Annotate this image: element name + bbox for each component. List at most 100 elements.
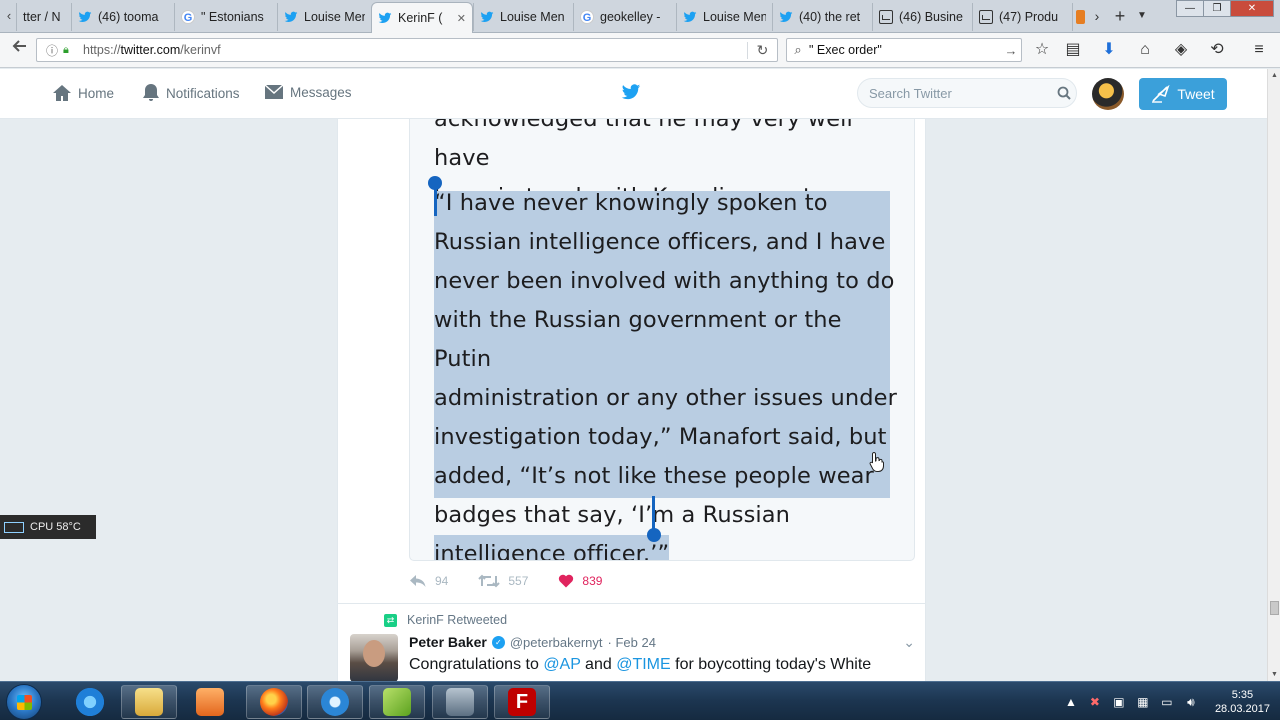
browser-tab[interactable]: (40) the ret	[772, 3, 872, 31]
browser-tab[interactable]: G geokelley -	[573, 3, 676, 31]
scrollbar-thumb[interactable]	[1270, 601, 1279, 615]
minimize-button[interactable]: —	[1176, 0, 1204, 17]
tweet-date[interactable]: · Feb 24	[608, 635, 656, 650]
twitter-logo-icon[interactable]	[620, 82, 642, 102]
browser-tab[interactable]: (46) tooma	[71, 3, 174, 31]
pocket-icon[interactable]: ◈	[1168, 38, 1194, 62]
orange-favicon-icon	[1076, 10, 1085, 24]
twitter-icon	[284, 11, 298, 23]
clock[interactable]: 5:35 28.03.2017	[1215, 688, 1270, 716]
tab-list-dropdown-icon[interactable]: ▼	[1134, 5, 1150, 27]
taskbar-firefox[interactable]	[246, 685, 302, 719]
network-icon[interactable]: ▭	[1159, 694, 1175, 710]
tweet-image-card[interactable]: acknowledged that he may very well have …	[409, 119, 915, 561]
like-action[interactable]: 839	[558, 574, 602, 588]
url-text[interactable]: https://twitter.com/kerinvf	[83, 43, 747, 57]
selected-quote-text[interactable]: “I have never knowingly spoken to Russia…	[434, 184, 904, 560]
page-scrollbar[interactable]: ▲ ▼	[1267, 69, 1280, 681]
reload-icon[interactable]: ↻	[747, 41, 777, 59]
scroll-up-arrow-icon[interactable]: ▲	[1268, 69, 1280, 82]
search-icon[interactable]	[1052, 86, 1076, 100]
start-button[interactable]	[6, 684, 42, 720]
menu-hamburger-icon[interactable]: ≡	[1246, 38, 1272, 62]
browser-tab[interactable]: (47) Produ	[972, 3, 1072, 31]
browser-tab[interactable]: Louise Men	[277, 3, 371, 31]
twitter-search-placeholder: Search Twitter	[869, 85, 952, 101]
tray-expand-icon[interactable]: ▲	[1063, 694, 1079, 710]
retweet-action[interactable]: 557	[478, 574, 528, 588]
user-avatar[interactable]	[1092, 78, 1124, 110]
browser-search-bar[interactable]: ⌕ " Exec order" →	[786, 38, 1022, 62]
nav-home[interactable]: Home	[52, 83, 114, 103]
tab-scroll-right-button[interactable]: ›	[1090, 5, 1104, 27]
downloads-icon[interactable]: ⬇	[1096, 38, 1122, 62]
taskbar-filezilla[interactable]: F	[494, 685, 550, 719]
tweet-button[interactable]: Tweet	[1139, 78, 1227, 110]
tray-app-icon[interactable]: ▦	[1135, 694, 1151, 710]
chevron-down-icon[interactable]: ⌄	[903, 634, 915, 651]
twitter-search-input[interactable]: Search Twitter	[857, 78, 1077, 108]
browser-tab-active[interactable]: KerinF ( ✕	[371, 2, 473, 33]
volume-icon[interactable]: 🔊︎	[1183, 694, 1199, 710]
selection-end-handle[interactable]	[647, 528, 661, 542]
browser-tab[interactable]: Louise Men	[473, 3, 573, 31]
scroll-down-arrow-icon[interactable]: ▼	[1268, 668, 1280, 681]
home-icon	[53, 85, 71, 101]
browser-search-text[interactable]: " Exec order"	[809, 43, 1001, 57]
browser-tab[interactable]: tter / N	[16, 3, 71, 31]
author-handle[interactable]: @peterbakernyt	[510, 635, 603, 650]
reply-action[interactable]: 94	[409, 574, 448, 588]
article-line-selected: investigation today,” Manafort said, but	[434, 424, 887, 450]
author-avatar[interactable]	[350, 634, 398, 681]
back-button[interactable]	[8, 38, 32, 62]
tab-label: Louise Men	[500, 10, 565, 24]
tweet-button-label: Tweet	[1177, 86, 1215, 102]
browser-tab[interactable]: Louise Men	[676, 3, 772, 31]
close-window-button[interactable]: ✕	[1230, 0, 1274, 17]
nav-messages[interactable]: Messages	[264, 83, 352, 101]
home-icon[interactable]: ⌂	[1132, 38, 1158, 62]
next-tweet[interactable]: ⇄ KerinF Retweeted Peter Baker ✓ @peterb…	[338, 603, 925, 681]
info-icon[interactable]: ⓘ	[43, 42, 61, 59]
url-bar[interactable]: ⓘ 🔒︎ https://twitter.com/kerinvf ↻	[36, 38, 778, 62]
twitter-icon	[779, 11, 793, 23]
tab-scroll-left-button[interactable]: ‹	[2, 6, 16, 26]
cpu-temperature-widget: CPU 58°C	[0, 515, 96, 539]
sync-icon[interactable]: ⟲	[1204, 38, 1230, 62]
envelope-icon	[264, 84, 284, 99]
reading-list-icon[interactable]: ▤	[1060, 38, 1086, 62]
network-warning-icon[interactable]: ✖	[1087, 694, 1103, 710]
taskbar-app-blue[interactable]	[307, 685, 363, 719]
article-line-selected: badges that say, ‘I’m a Russian	[434, 502, 791, 528]
browser-tab[interactable]: (46) Busine	[872, 3, 972, 31]
nav-notifications[interactable]: Notifications	[142, 83, 240, 103]
document-icon	[979, 10, 993, 24]
internet-explorer-icon	[76, 688, 104, 716]
taskbar-file-explorer[interactable]	[121, 685, 177, 719]
retweeted-by-label[interactable]: KerinF Retweeted	[407, 613, 507, 627]
article-line-selected: “I have never knowingly spoken to	[434, 190, 828, 216]
bookmark-star-icon[interactable]: ☆	[1029, 38, 1055, 62]
browser-tab[interactable]: G " Estonians	[174, 3, 277, 31]
mention-link[interactable]: @AP	[543, 656, 580, 673]
taskbar-monitor-app[interactable]	[432, 685, 488, 719]
restore-button[interactable]: ❐	[1203, 0, 1231, 17]
selection-start-handle[interactable]	[428, 176, 442, 190]
article-line-selected: administration or any other issues under	[434, 385, 897, 411]
tray-app-icon[interactable]: ▣	[1111, 694, 1127, 710]
new-tab-button[interactable]: +	[1110, 5, 1130, 27]
retweeted-by-line: ⇄ KerinF Retweeted	[384, 613, 507, 627]
close-tab-icon[interactable]: ✕	[457, 12, 466, 25]
mention-link[interactable]: @TIME	[616, 656, 670, 673]
taskbar-internet-explorer[interactable]	[62, 685, 118, 719]
retweet-count: 557	[508, 574, 529, 588]
taskbar-media-player[interactable]	[182, 685, 238, 719]
tab-label: (40) the ret	[799, 10, 861, 24]
bell-icon	[143, 84, 159, 101]
document-icon	[879, 10, 893, 24]
author-name[interactable]: Peter Baker	[409, 634, 487, 650]
browser-tab[interactable]	[1072, 3, 1088, 31]
search-go-arrow-icon[interactable]: →	[1001, 43, 1021, 58]
taskbar-notepad[interactable]	[369, 685, 425, 719]
retweet-icon	[478, 574, 501, 588]
